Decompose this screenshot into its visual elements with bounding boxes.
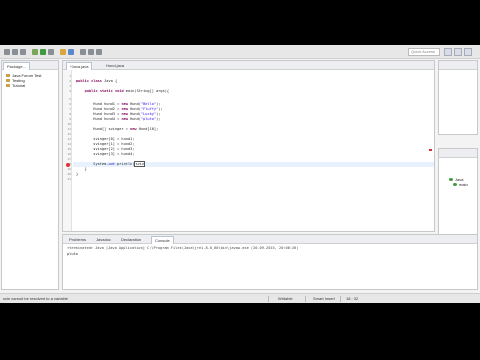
perspective-open-icon[interactable] <box>444 48 452 56</box>
eclipse-window: Quick Access Package... Java Forum Test … <box>0 45 480 303</box>
quick-access-input[interactable]: Quick Access <box>408 48 440 56</box>
status-cursor-position: 18 : 32 <box>346 296 359 301</box>
tab-console[interactable]: Console <box>151 236 174 244</box>
status-insert-mode: Smart Insert <box>313 296 335 301</box>
save-icon[interactable] <box>12 49 18 55</box>
folder-icon <box>6 84 10 88</box>
search-icon[interactable] <box>80 49 86 55</box>
task-list-header <box>439 61 477 70</box>
coverage-icon[interactable] <box>48 49 54 55</box>
code-line[interactable]: Hund hund4 = new Hund("pluto"); <box>76 117 160 122</box>
console-panel: Problems Javadoc Declaration Console <te… <box>62 234 478 290</box>
editor-panel: *Java.java Hund.java 1 2 public class Java… <box>62 60 435 232</box>
tab-problems[interactable]: Problems <box>66 236 89 244</box>
new-class-icon[interactable] <box>68 49 74 55</box>
error-marker-icon[interactable] <box>66 162 70 167</box>
package-explorer-panel: Package... Java Forum Test Testing Tutor… <box>1 60 59 290</box>
status-write-mode: Writable <box>278 296 293 301</box>
folder-icon <box>6 74 10 78</box>
task-list-panel <box>438 60 478 135</box>
print-icon[interactable] <box>20 49 26 55</box>
code-line[interactable]: public static void main(String[] args){ <box>76 89 169 94</box>
java-perspective-icon[interactable] <box>464 48 472 56</box>
line-number: 4 <box>69 89 71 93</box>
line-number: 21 <box>67 177 71 181</box>
folder-icon <box>6 79 10 83</box>
method-icon <box>453 183 457 187</box>
unresolved-variable[interactable]: svin <box>134 161 146 167</box>
code-line[interactable]: Hund[] svinger = new Hund[10]; <box>76 127 158 132</box>
tab-hund-java[interactable]: Hund.java <box>103 62 127 70</box>
outline-header <box>439 149 477 158</box>
tab-javadoc[interactable]: Javadoc <box>93 236 114 244</box>
back-icon[interactable] <box>88 49 94 55</box>
run-icon[interactable] <box>40 49 46 55</box>
tree-item-project[interactable]: Tutorial <box>6 83 25 88</box>
tab-java-java[interactable]: *Java.java <box>66 62 93 70</box>
tab-declaration[interactable]: Declaration <box>118 236 144 244</box>
package-explorer-header: Package... <box>2 61 58 70</box>
status-bar: svin cannot be resolved to a variable Wr… <box>0 293 480 303</box>
console-header: <terminated> Java [Java Application] C:\… <box>67 246 299 250</box>
new-package-icon[interactable] <box>60 49 66 55</box>
status-separator <box>305 296 306 302</box>
debug-icon[interactable] <box>32 49 38 55</box>
class-icon <box>449 178 453 182</box>
status-separator <box>340 296 341 302</box>
status-separator <box>268 296 269 302</box>
tab-package-explorer[interactable]: Package... <box>3 62 30 70</box>
status-message: svin cannot be resolved to a variable <box>3 296 68 301</box>
main-toolbar: Quick Access <box>0 45 480 59</box>
editor-tab-bar: *Java.java Hund.java <box>63 61 434 70</box>
new-icon[interactable] <box>4 49 10 55</box>
outline-item-method[interactable]: main <box>453 182 468 187</box>
console-output: pluto <box>67 252 78 256</box>
code-line[interactable]: public class Java { <box>76 79 117 84</box>
java-ee-perspective-icon[interactable] <box>454 48 462 56</box>
code-line[interactable]: } <box>76 172 78 177</box>
console-tab-bar: Problems Javadoc Declaration Console <box>63 235 477 244</box>
forward-icon[interactable] <box>96 49 102 55</box>
code-line[interactable]: svinger[3] = hund4; <box>76 152 134 157</box>
error-overview-marker[interactable] <box>429 149 432 151</box>
